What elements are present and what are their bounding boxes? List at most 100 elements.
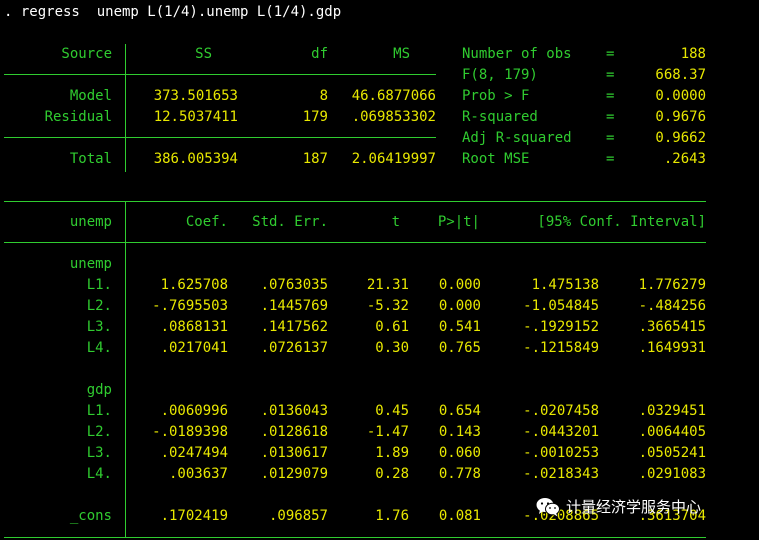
watermark: 计量经济学服务中心: [536, 496, 701, 518]
ci-high-value: .0064405: [638, 424, 706, 440]
anova-row-label: Model: [69, 88, 112, 104]
coef-row-label: L1.: [86, 277, 112, 293]
anova-total-ss: 386.005394: [153, 151, 238, 167]
coef-header-coef: Coef.: [185, 214, 228, 230]
stat-value: 0.0000: [655, 88, 706, 104]
stat-label: Prob > F: [462, 88, 530, 104]
coef-value: .0868131: [160, 319, 228, 335]
stat-equals: =: [606, 109, 615, 125]
stat-equals: =: [606, 130, 615, 146]
coef-row-label: L4.: [86, 340, 112, 356]
coef-header-ci: [95% Conf. Interval]: [537, 214, 706, 230]
se-value: .0726137: [260, 340, 328, 356]
coef-row-label: L3.: [86, 445, 112, 461]
se-value: .0128618: [260, 424, 328, 440]
anova-total-rule: [4, 137, 436, 138]
p-value: 0.143: [438, 424, 481, 440]
coef-row-label: L4.: [86, 466, 112, 482]
anova-header-rule: [4, 74, 436, 75]
stat-value: .2643: [663, 151, 706, 167]
stat-label: R-squared: [462, 109, 538, 125]
se-value: .0130617: [260, 445, 328, 461]
stat-value: 0.9662: [655, 130, 706, 146]
wechat-icon: [536, 498, 560, 517]
ci-high-value: .0505241: [638, 445, 706, 461]
se-value: .1417562: [260, 319, 328, 335]
anova-header-ms: MS: [393, 46, 410, 62]
t-value: 21.31: [366, 277, 409, 293]
coef-row-label: L3.: [86, 319, 112, 335]
stat-value: 0.9676: [655, 109, 706, 125]
t-value: 0.45: [375, 403, 409, 419]
ci-high-value: .1649931: [638, 340, 706, 356]
anova-vertical-divider: [125, 44, 126, 172]
anova-row-ms: .069853302: [351, 109, 436, 125]
ci-low-value: -.1929152: [523, 319, 599, 335]
stat-value: 668.37: [655, 67, 706, 83]
p-value: 0.081: [438, 508, 481, 524]
t-value: 0.61: [375, 319, 409, 335]
stat-label: Root MSE: [462, 151, 530, 167]
stat-equals: =: [606, 88, 615, 104]
anova-row-df: 179: [302, 109, 328, 125]
se-value: .0763035: [260, 277, 328, 293]
coef-value: .0060996: [160, 403, 228, 419]
stat-label: Number of obs: [462, 46, 572, 62]
se-value: .096857: [268, 508, 328, 524]
anova-row-ss: 373.501653: [153, 88, 238, 104]
t-value: 0.28: [375, 466, 409, 482]
coef-value: -.7695503: [152, 298, 228, 314]
coef-value: .0217041: [160, 340, 228, 356]
ci-low-value: -.0218343: [523, 466, 599, 482]
coef-bottom-rule: [4, 537, 706, 538]
coef-header-rule: [4, 242, 706, 243]
ci-high-value: .3665415: [638, 319, 706, 335]
coef-row-label: L1.: [86, 403, 112, 419]
anova-row-df: 8: [319, 88, 328, 104]
coef-value: 1.625708: [160, 277, 228, 293]
stat-label: F(8, 179): [462, 67, 538, 83]
p-value: 0.654: [438, 403, 481, 419]
coef-value: .0247494: [160, 445, 228, 461]
se-value: .1445769: [260, 298, 328, 314]
coef-header-p: P>|t|: [437, 214, 480, 230]
anova-row-ms: 46.6877066: [351, 88, 436, 104]
p-value: 0.060: [438, 445, 481, 461]
coef-row-label: L2.: [86, 424, 112, 440]
coef-group-label: unemp: [69, 256, 112, 272]
t-value: -1.47: [366, 424, 409, 440]
ci-low-value: -1.054845: [523, 298, 599, 314]
coef-value: -.0189398: [152, 424, 228, 440]
ci-low-value: -.1215849: [523, 340, 599, 356]
coef-vertical-divider: [125, 201, 126, 538]
p-value: 0.000: [438, 298, 481, 314]
t-value: 1.89: [375, 445, 409, 461]
coef-top-rule: [4, 201, 706, 202]
ci-low-value: 1.475138: [531, 277, 599, 293]
ci-low-value: -.0207458: [523, 403, 599, 419]
t-value: 1.76: [375, 508, 409, 524]
coef-row-label: _cons: [69, 508, 112, 524]
anova-header-ss: SS: [195, 46, 212, 62]
watermark-label: 计量经济学服务中心: [566, 497, 702, 516]
anova-row-label: Residual: [44, 109, 112, 125]
stat-value: 188: [680, 46, 706, 62]
ci-low-value: -.0010253: [523, 445, 599, 461]
anova-header-df: df: [311, 46, 328, 62]
command-line: . regress unemp L(1/4).unemp L(1/4).gdp: [4, 4, 342, 20]
stat-equals: =: [606, 151, 615, 167]
p-value: 0.765: [438, 340, 481, 356]
coef-group-label: gdp: [86, 382, 112, 398]
coef-header-t: t: [391, 214, 400, 230]
se-value: .0136043: [260, 403, 328, 419]
ci-low-value: -.0443201: [523, 424, 599, 440]
anova-row-ss: 12.5037411: [153, 109, 238, 125]
p-value: 0.000: [438, 277, 481, 293]
p-value: 0.541: [438, 319, 481, 335]
ci-high-value: .0291083: [638, 466, 706, 482]
coef-row-label: L2.: [86, 298, 112, 314]
t-value: -5.32: [366, 298, 409, 314]
ci-high-value: 1.776279: [638, 277, 706, 293]
stat-equals: =: [606, 67, 615, 83]
stat-label: Adj R-squared: [462, 130, 572, 146]
